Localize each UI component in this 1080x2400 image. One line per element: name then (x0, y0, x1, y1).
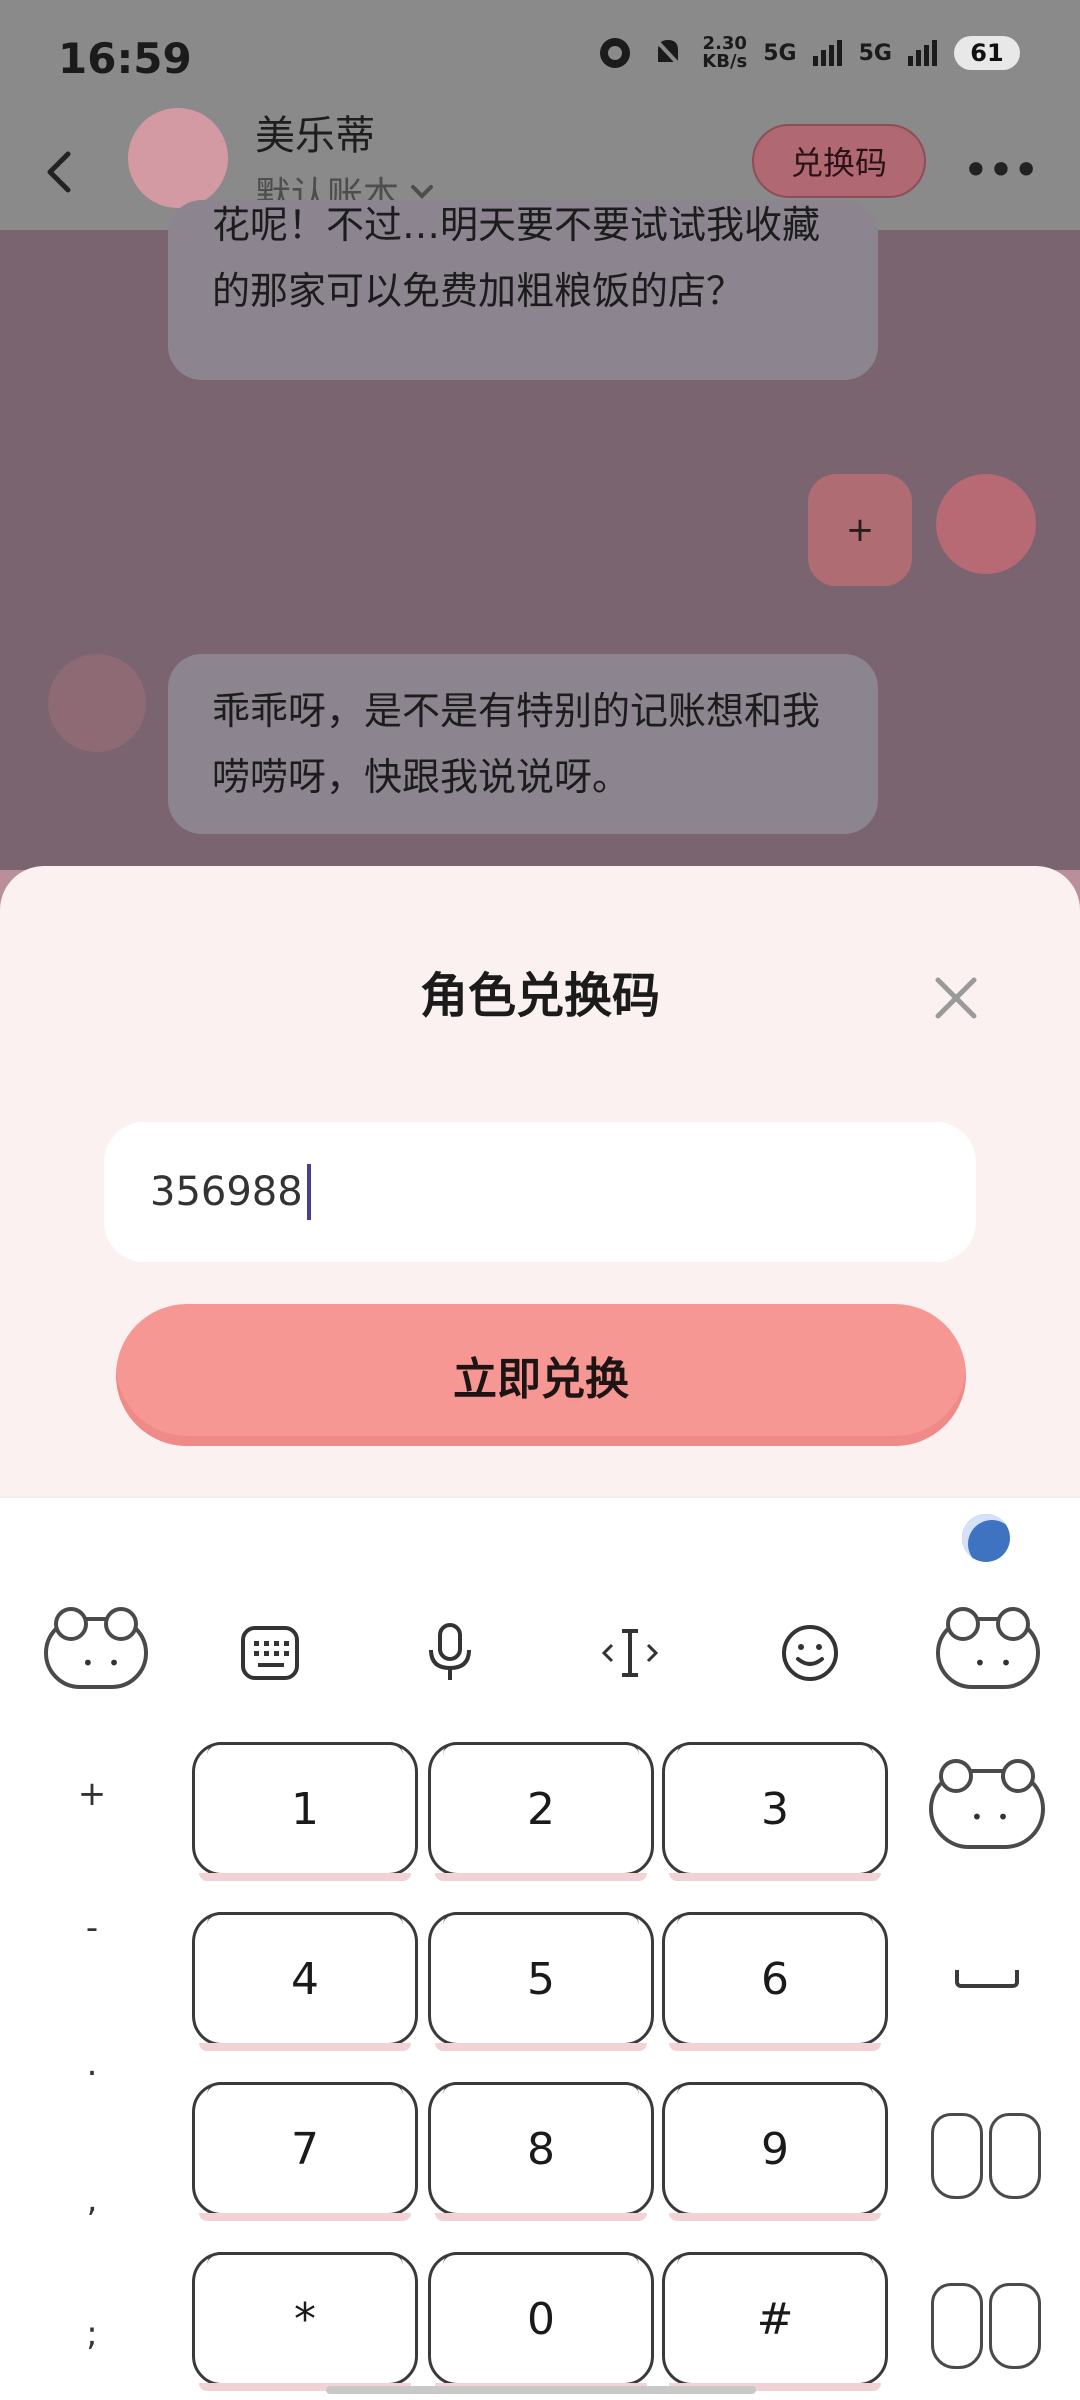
message-text: 乖乖呀，是不是有特别的记账想和我唠唠呀，快跟我说说呀。 (212, 689, 821, 799)
redeem-code-input[interactable]: 356988 (104, 1122, 976, 1262)
key-6[interactable]: 6 (662, 1912, 888, 2051)
enter-key[interactable] (912, 2252, 1062, 2386)
signal-bars-icon (812, 40, 842, 66)
key-0[interactable]: 0 (428, 2252, 654, 2391)
key-2[interactable]: 2 (428, 1742, 654, 1881)
bot-message-bubble: 乖乖呀，是不是有特别的记账想和我唠唠呀，快跟我说说呀。 (168, 654, 878, 834)
sheet-title: 角色兑换码 (419, 968, 660, 1024)
symbol-key-plus[interactable]: + (52, 1774, 132, 1814)
code-value: 356988 (150, 1169, 303, 1215)
key-8[interactable]: 8 (428, 2082, 654, 2221)
bot-avatar (48, 654, 146, 752)
redeem-now-button[interactable]: 立即兑换 (116, 1304, 966, 1446)
signal-2: 5G (858, 40, 892, 66)
status-bar: 16:59 2.30 KB/s 5G 5G 61 (0, 0, 1080, 120)
bear-skin-icon[interactable]: • • (36, 1598, 156, 1708)
mute-bell-icon (652, 36, 684, 70)
space-icon (955, 1970, 1019, 1988)
ai-assistant-icon[interactable] (962, 1514, 1010, 1562)
bear-delete-icon: • • (929, 1759, 1045, 1849)
more-options-icon[interactable]: ••• (962, 140, 1039, 200)
status-icons: 2.30 KB/s 5G 5G 61 (596, 34, 1020, 72)
symbol-key-comma[interactable]: , (52, 2180, 132, 2220)
symbol-key-semicolon[interactable]: ; (52, 2314, 132, 2354)
numeric-keyboard: • • • • + - . , ; 1 2 3 4 5 6 7 8 9 * 0 … (0, 1496, 1080, 2400)
delete-key[interactable]: • • (912, 1742, 1062, 1876)
chef-bear-icon (927, 2269, 1047, 2369)
key-asterisk[interactable]: * (192, 2252, 418, 2391)
bear-skin-icon[interactable]: • • (928, 1598, 1048, 1708)
key-3[interactable]: 3 (662, 1742, 888, 1881)
chef-bear-icon (927, 2099, 1047, 2199)
symbol-key-minus[interactable]: - (52, 1908, 132, 1948)
keyboard-topbar (0, 1498, 1080, 1568)
redeem-code-button[interactable]: 兑换码 (752, 124, 926, 198)
keyboard-toolbar: • • • • (0, 1598, 1080, 1708)
switch-key[interactable] (912, 2082, 1062, 2216)
signal-1: 5G (763, 40, 797, 66)
chat-area: 花呢！不过…明天要不要试试我收藏的那家可以免费加粗粮饭的店？ + 乖乖呀，是不是… (0, 200, 1080, 870)
alarm-icon (600, 38, 631, 68)
back-arrow-icon[interactable] (30, 142, 90, 202)
status-time: 16:59 (58, 34, 192, 83)
key-9[interactable]: 9 (662, 2082, 888, 2221)
net-speed: 2.30 KB/s (702, 33, 748, 72)
user-message-bubble: + (808, 474, 912, 586)
cursor-move-icon[interactable] (580, 1598, 680, 1708)
microphone-icon[interactable] (400, 1598, 500, 1708)
bot-message-bubble: 花呢！不过…明天要不要试试我收藏的那家可以免费加粗粮饭的店？ (168, 200, 878, 380)
key-4[interactable]: 4 (192, 1912, 418, 2051)
contact-name: 美乐蒂 (255, 113, 375, 159)
key-hash[interactable]: # (662, 2252, 888, 2391)
contact-avatar[interactable] (128, 108, 228, 208)
key-7[interactable]: 7 (192, 2082, 418, 2221)
battery-indicator: 61 (954, 36, 1020, 70)
key-5[interactable]: 5 (428, 1912, 654, 2051)
redeem-sheet: 角色兑换码 356988 立即兑换 (0, 866, 1080, 1496)
text-caret (306, 1164, 311, 1220)
signal-bars-icon (908, 40, 937, 66)
symbol-key-dot[interactable]: . (52, 2044, 132, 2084)
message-text: 花呢！不过…明天要不要试试我收藏的那家可以免费加粗粮饭的店？ (212, 203, 821, 313)
user-avatar (936, 474, 1036, 574)
space-key[interactable] (912, 1912, 1062, 2046)
key-1[interactable]: 1 (192, 1742, 418, 1881)
close-icon[interactable] (924, 966, 988, 1030)
emoji-icon[interactable] (760, 1598, 860, 1708)
gesture-bar (326, 2386, 756, 2394)
keyboard-icon[interactable] (220, 1598, 320, 1708)
